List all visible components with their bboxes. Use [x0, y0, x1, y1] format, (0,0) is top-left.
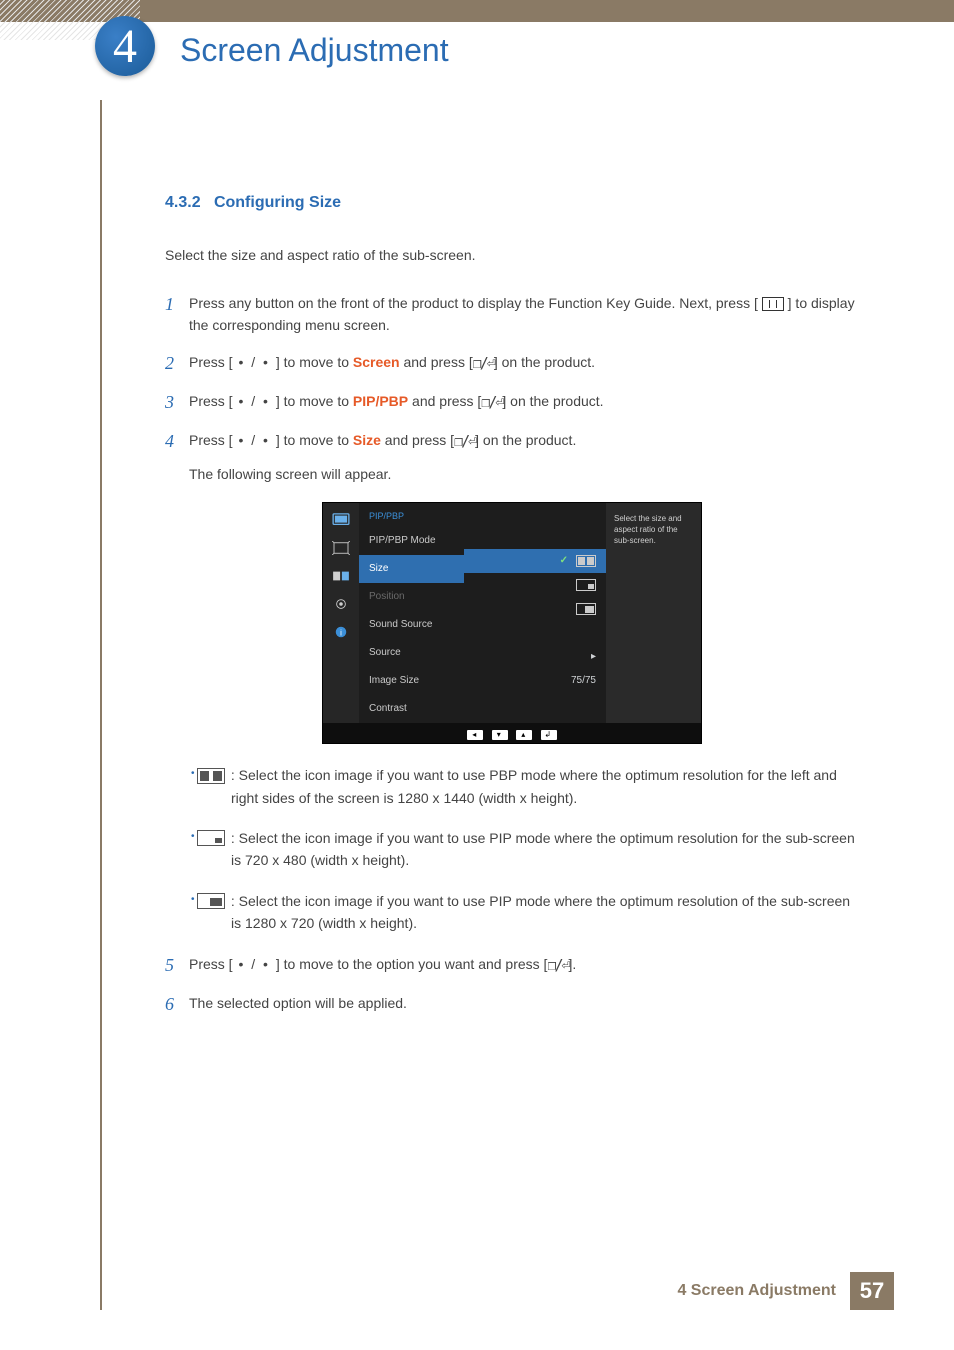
step-body: Press any button on the front of the pro…: [189, 292, 859, 337]
pip-small-option-icon: [576, 579, 596, 591]
osd-panel: i PIP/PBP PIP/PBP Mode Size Position Sou…: [322, 502, 702, 744]
svg-text:i: i: [340, 628, 342, 637]
osd-value-pip-large: [464, 597, 606, 621]
bullet-pip-small: : Select the icon image if you want to u…: [191, 827, 859, 872]
step-number: 1: [165, 292, 189, 337]
osd-value-size: ✓: [464, 549, 606, 573]
step-number: 2: [165, 351, 189, 376]
step-4-note: The following screen will appear.: [189, 463, 859, 485]
section-intro: Select the size and aspect ratio of the …: [165, 244, 859, 266]
osd-value-pip-small: [464, 573, 606, 597]
info-tab-icon: i: [332, 625, 350, 639]
step-number: 4: [165, 429, 189, 486]
pbp-layout-icon: [197, 768, 225, 784]
enter-button-icon: ❐/⏎: [473, 351, 494, 375]
osd-helper-text: Select the size and aspect ratio of the …: [606, 503, 701, 723]
osd-item-position: Position: [359, 583, 464, 611]
step-2: 2 Press [ • / • ] to move to Screen and …: [165, 351, 859, 376]
pip-large-option-icon: [576, 603, 596, 615]
osd-screenshot: i PIP/PBP PIP/PBP Mode Size Position Sou…: [165, 502, 859, 744]
osd-breadcrumb: PIP/PBP: [359, 503, 464, 527]
section-title: Configuring Size: [214, 194, 341, 211]
step-4: 4 Press [ • / • ] to move to Size and pr…: [165, 429, 859, 486]
section-heading: 4.3.2 Configuring Size: [165, 190, 859, 216]
step-body: Press [ • / • ] to move to PIP/PBP and p…: [189, 390, 859, 415]
keyword-screen: Screen: [353, 354, 400, 370]
osd-item-source: Source: [359, 639, 464, 667]
osd-value-image-size-arrow: ▸: [464, 645, 606, 669]
pip-small-layout-icon: [197, 830, 225, 846]
osd-item-sound-source: Sound Source: [359, 611, 464, 639]
osd-nav-bar: ◂ ▾ ▴ ↲: [323, 723, 701, 743]
osd-category-tabs: i: [323, 503, 359, 723]
step-body: Press [ • / • ] to move to Size and pres…: [189, 429, 859, 486]
picture-tab-icon: [332, 513, 350, 527]
keyword-size: Size: [353, 432, 381, 448]
chapter-number-badge: 4: [95, 16, 155, 76]
nav-up-icon: ▴: [516, 730, 532, 740]
osd-item-image-size: Image Size: [359, 667, 464, 695]
step-3: 3 Press [ • / • ] to move to PIP/PBP and…: [165, 390, 859, 415]
step-5: 5 Press [ • / • ] to move to the option …: [165, 953, 859, 978]
step-number: 5: [165, 953, 189, 978]
osd-value-contrast: 75/75: [464, 669, 606, 693]
screen-tab-icon: [332, 541, 350, 555]
chapter-header: 4 Screen Adjustment: [0, 0, 954, 22]
step-1: 1 Press any button on the front of the p…: [165, 292, 859, 337]
step-body: The selected option will be applied.: [189, 992, 859, 1017]
footer-chapter-label: 4 Screen Adjustment: [677, 1282, 836, 1300]
osd-item-mode: PIP/PBP Mode: [359, 527, 464, 555]
page-footer: 4 Screen Adjustment 57: [677, 1272, 894, 1310]
nav-enter-icon: ↲: [541, 730, 557, 740]
enter-button-icon: ❐/⏎: [481, 390, 502, 414]
page-content: 4.3.2 Configuring Size Select the size a…: [165, 190, 859, 1031]
step-list-continued: 5 Press [ • / • ] to move to the option …: [165, 953, 859, 1017]
step-body: Press [ • / • ] to move to the option yo…: [189, 953, 859, 978]
osd-item-size: Size: [359, 555, 464, 583]
option-descriptions: : Select the icon image if you want to u…: [191, 764, 859, 934]
menu-button-icon: [762, 297, 784, 311]
chapter-number: 4: [113, 19, 137, 74]
step-6: 6 The selected option will be applied.: [165, 992, 859, 1017]
enter-button-icon: ❐/⏎: [547, 953, 568, 977]
nav-down-icon: ▾: [492, 730, 508, 740]
chapter-title: Screen Adjustment: [180, 32, 449, 69]
section-number: 4.3.2: [165, 194, 201, 211]
bullet-pbp: : Select the icon image if you want to u…: [191, 764, 859, 809]
step-number: 6: [165, 992, 189, 1017]
settings-tab-icon: [332, 597, 350, 611]
nav-left-icon: ◂: [467, 730, 483, 740]
osd-item-contrast: Contrast: [359, 695, 464, 723]
step-number: 3: [165, 390, 189, 415]
enter-button-icon: ❐/⏎: [454, 429, 475, 453]
check-icon: ✓: [560, 553, 568, 569]
keyword-pip-pbp: PIP/PBP: [353, 393, 408, 409]
left-vertical-rule: [100, 100, 102, 1310]
pip-large-layout-icon: [197, 893, 225, 909]
bullet-pip-large: : Select the icon image if you want to u…: [191, 890, 859, 935]
osd-menu-list: PIP/PBP PIP/PBP Mode Size Position Sound…: [359, 503, 464, 723]
step-body: Press [ • / • ] to move to Screen and pr…: [189, 351, 859, 376]
page-number: 57: [850, 1272, 894, 1310]
pip-pbp-tab-icon: [332, 569, 350, 583]
osd-value-column: ✓ ▸ 75/75: [464, 503, 606, 723]
pbp-option-icon: [576, 555, 596, 567]
step-list: 1 Press any button on the front of the p…: [165, 292, 859, 486]
